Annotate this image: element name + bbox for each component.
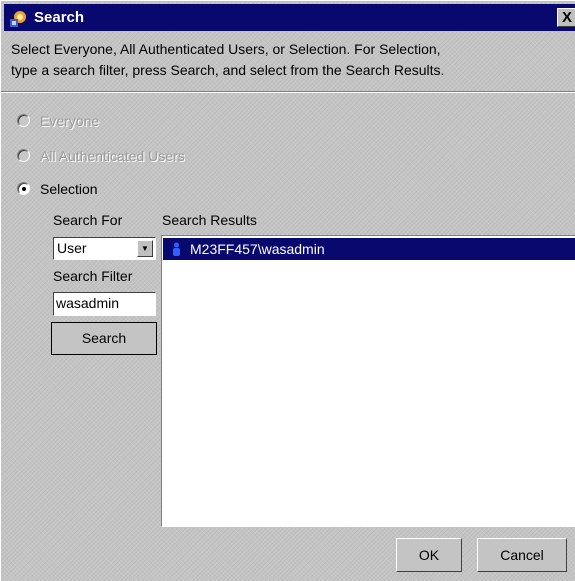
instructions-text: Select Everyone, All Authenticated Users…: [11, 41, 445, 78]
title-bar[interactable]: Search X: [4, 4, 575, 31]
cancel-button[interactable]: Cancel: [477, 538, 567, 572]
search-results-list[interactable]: M23FF457\wasadmin: [161, 235, 575, 527]
radio-button-icon: [17, 149, 30, 162]
dropdown-arrow-icon[interactable]: ▼: [137, 240, 153, 257]
radio-everyone-label: Everyone: [40, 113, 100, 129]
radio-button-icon: [17, 114, 30, 127]
search-button[interactable]: Search: [51, 322, 157, 355]
divider: [1, 91, 575, 93]
search-for-value: User: [57, 240, 87, 256]
search-for-label: Search For: [53, 212, 123, 228]
radio-button-selected-icon: [17, 182, 30, 195]
search-results-label: Search Results: [162, 212, 257, 228]
user-icon: [173, 242, 180, 256]
result-row[interactable]: M23FF457\wasadmin: [163, 238, 575, 260]
search-dialog: Search X Select Everyone, All Authentica…: [0, 0, 575, 581]
close-button[interactable]: X: [557, 8, 575, 27]
ok-button[interactable]: OK: [396, 538, 462, 572]
radio-dot: [22, 187, 26, 191]
search-filter-label: Search Filter: [53, 268, 133, 284]
radio-all-authenticated-users-label: All Authenticated Users: [40, 148, 185, 164]
result-text: M23FF457\wasadmin: [190, 241, 325, 257]
search-app-icon: [10, 11, 26, 27]
search-filter-input[interactable]: wasadmin: [53, 292, 156, 316]
window-title: Search: [34, 9, 85, 26]
radio-selection-label: Selection: [40, 181, 98, 197]
search-for-select[interactable]: User ▼: [53, 237, 156, 260]
